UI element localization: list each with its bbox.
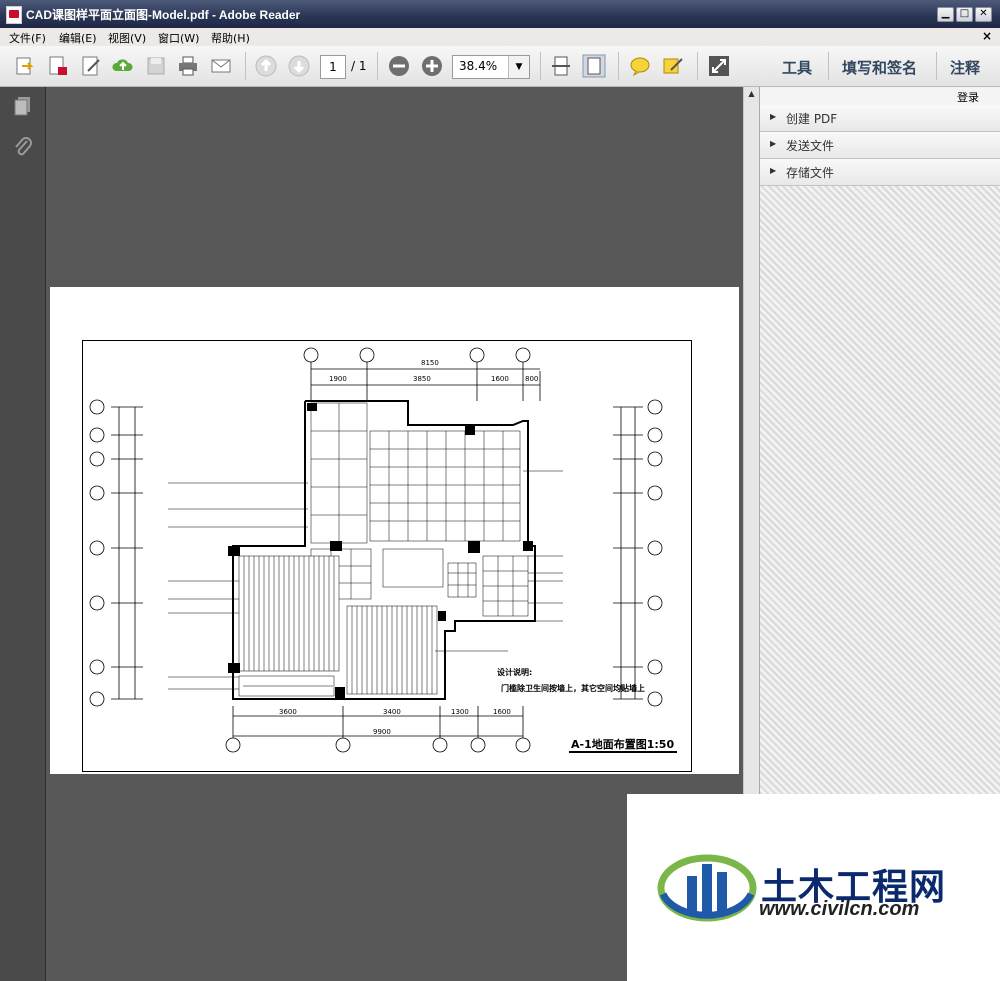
login-bar: 登录 xyxy=(760,87,1000,106)
close-button[interactable]: ✕ xyxy=(975,7,992,22)
floor-plan-drawing: 8150 1900 3850 1600 800 3600 3400 1300 1… xyxy=(82,340,692,772)
page-total: / 1 xyxy=(351,59,367,73)
menu-help[interactable]: 帮助(H) xyxy=(211,30,250,46)
toolbar-separator xyxy=(936,52,937,80)
dim-top-1: 1900 xyxy=(329,375,347,383)
menu-edit[interactable]: 编辑(E) xyxy=(59,30,97,46)
create-pdf-icon[interactable] xyxy=(46,54,70,78)
toolbar-separator xyxy=(618,52,619,80)
section-label: 存储文件 xyxy=(786,166,835,180)
civilcn-logo-icon xyxy=(657,854,757,922)
fill-sign-link[interactable]: 填写和签名 xyxy=(842,57,917,78)
zoom-select[interactable]: 38.4% ▼ xyxy=(452,55,530,79)
section-store-file[interactable]: ▶ 存储文件 xyxy=(760,159,1000,186)
toolbar-separator xyxy=(828,52,829,80)
toolbar-separator xyxy=(377,52,378,80)
comment-link[interactable]: 注释 xyxy=(950,57,980,78)
toolbar-separator xyxy=(245,52,246,80)
scroll-up-icon[interactable]: ▲ xyxy=(746,89,757,98)
menu-window[interactable]: 窗口(W) xyxy=(158,30,199,46)
drawing-title: A-1地面布置图1:50 xyxy=(571,738,675,751)
next-page-icon[interactable] xyxy=(287,54,311,78)
fit-width-icon[interactable] xyxy=(549,54,573,78)
fit-page-icon[interactable] xyxy=(582,54,606,78)
design-notes-body: 门槛除卫生间按墙上，其它空间均贴墙上 xyxy=(501,684,645,693)
edit-icon[interactable] xyxy=(79,54,103,78)
triangle-right-icon: ▶ xyxy=(770,139,777,148)
design-notes-heading: 设计说明: xyxy=(497,668,533,677)
dim-bottom-1: 3600 xyxy=(279,708,297,716)
dim-bottom-2: 3400 xyxy=(383,708,401,716)
print-icon[interactable] xyxy=(176,54,200,78)
zoom-out-icon[interactable] xyxy=(387,54,411,78)
floor-plan-svg xyxy=(89,347,663,753)
dim-top-3: 1600 xyxy=(491,375,509,383)
dim-top-total: 8150 xyxy=(421,359,439,367)
page-number-input[interactable]: 1 xyxy=(320,55,346,79)
zoom-value: 38.4% xyxy=(459,59,498,73)
section-create-pdf[interactable]: ▶ 创建 PDF xyxy=(760,105,1000,132)
chevron-down-icon[interactable]: ▼ xyxy=(508,56,529,78)
menu-bar: 文件(F) 编辑(E) 视图(V) 窗口(W) 帮助(H) × xyxy=(0,28,1000,47)
save-icon[interactable] xyxy=(144,54,168,78)
window-title: CAD课图样平面立面图-Model.pdf - Adobe Reader xyxy=(26,8,301,22)
triangle-right-icon: ▶ xyxy=(770,112,777,121)
dim-top-4: 800 xyxy=(525,375,539,383)
close-document-button[interactable]: × xyxy=(982,29,992,43)
section-send-file[interactable]: ▶ 发送文件 xyxy=(760,132,1000,159)
navigation-panel xyxy=(0,87,46,981)
watermark-logo: 土木工程网 www.civilcn.com xyxy=(627,794,1000,981)
open-icon[interactable] xyxy=(13,54,37,78)
triangle-right-icon: ▶ xyxy=(770,166,777,175)
minimize-button[interactable]: ▁ xyxy=(937,7,954,22)
adobe-reader-icon xyxy=(6,6,22,24)
cloud-upload-icon[interactable] xyxy=(111,54,135,78)
fullscreen-icon[interactable] xyxy=(707,54,731,78)
highlight-icon[interactable] xyxy=(661,54,685,78)
section-label: 发送文件 xyxy=(786,139,835,153)
toolbar-separator xyxy=(697,52,698,80)
toolbar: 1 / 1 38.4% ▼ 工具 填写和签名 注释 xyxy=(0,46,1000,87)
zoom-in-icon[interactable] xyxy=(420,54,444,78)
dim-bottom-4: 1600 xyxy=(493,708,511,716)
comment-icon[interactable] xyxy=(628,54,652,78)
login-link[interactable]: 登录 xyxy=(957,89,979,105)
tools-pane: 登录 ▶ 创建 PDF ▶ 发送文件 ▶ 存储文件 xyxy=(759,87,1000,794)
dim-bottom-3: 1300 xyxy=(451,708,469,716)
tools-link[interactable]: 工具 xyxy=(782,57,812,78)
menu-file[interactable]: 文件(F) xyxy=(9,30,46,46)
section-label: 创建 PDF xyxy=(786,112,838,126)
menu-view[interactable]: 视图(V) xyxy=(108,30,146,46)
dim-bottom-total: 9900 xyxy=(373,728,391,736)
dim-top-2: 3850 xyxy=(413,375,431,383)
title-bar: CAD课图样平面立面图-Model.pdf - Adobe Reader ▁ □… xyxy=(0,0,1000,28)
drawing-title-underline xyxy=(569,751,677,753)
watermark-url: www.civilcn.com xyxy=(759,898,920,920)
pdf-page: 8150 1900 3850 1600 800 3600 3400 1300 1… xyxy=(50,287,739,774)
toolbar-separator xyxy=(540,52,541,80)
pages-icon[interactable] xyxy=(12,95,34,117)
attachment-icon[interactable] xyxy=(12,135,34,159)
prev-page-icon[interactable] xyxy=(254,54,278,78)
email-icon[interactable] xyxy=(209,54,233,78)
maximize-button[interactable]: □ xyxy=(956,7,973,22)
